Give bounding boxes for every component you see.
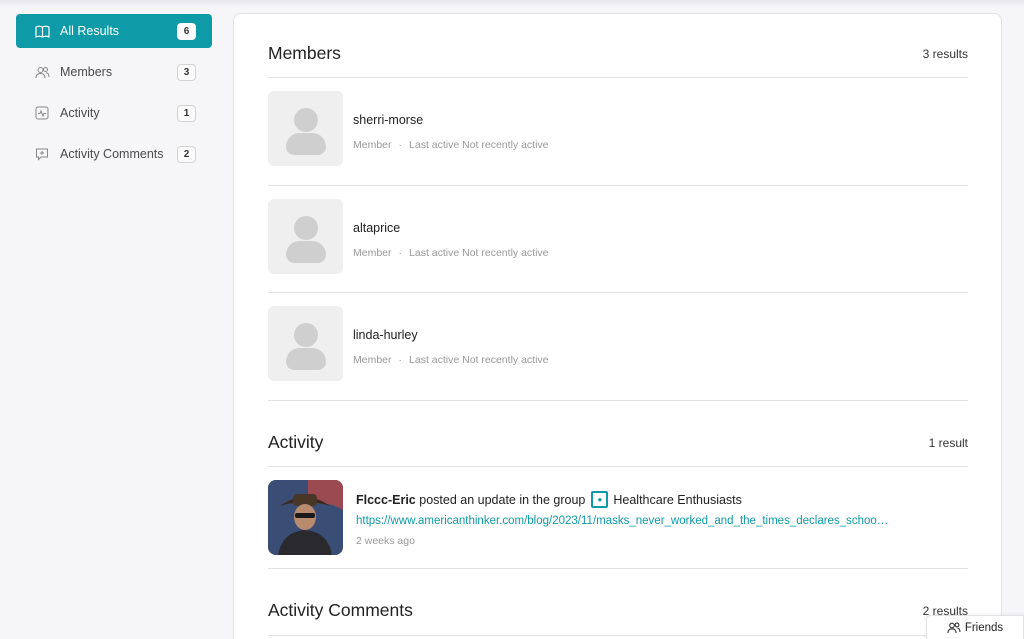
member-meta: Member · Last active Not recently active <box>353 247 549 259</box>
book-icon <box>34 23 50 39</box>
divider <box>268 466 968 467</box>
nav-members[interactable]: Members 3 <box>16 55 212 89</box>
member-meta: Member · Last active Not recently active <box>353 139 549 151</box>
group-icon[interactable]: ● <box>591 491 609 508</box>
nav-count-badge: 1 <box>177 104 196 122</box>
top-shadow <box>0 0 1024 8</box>
divider <box>268 77 968 78</box>
nav-label: Members <box>60 65 113 79</box>
activity-link[interactable]: https://www.americanthinker.com/blog/202… <box>356 515 888 527</box>
member-item: sherri-morse Member · Last active Not rece… <box>268 91 968 167</box>
divider <box>268 185 968 186</box>
activity-group-link[interactable]: Healthcare Enthusiasts <box>613 493 742 507</box>
section-title: Members <box>268 43 341 63</box>
activity-section-header: Activity 1 result <box>268 432 968 453</box>
nav-count-badge: 3 <box>177 63 196 81</box>
users-icon <box>34 64 50 80</box>
activity-icon <box>34 105 50 121</box>
nav-activity-comments[interactable]: Activity Comments 2 <box>16 137 212 171</box>
nav-label: Activity Comments <box>60 147 164 161</box>
users-icon <box>947 622 961 634</box>
member-meta: Member · Last active Not recently active <box>353 354 549 366</box>
activity-timestamp[interactable]: 2 weeks ago <box>356 535 888 547</box>
member-name[interactable]: linda-hurley <box>353 328 549 342</box>
activity-action: posted an update in the group <box>419 492 586 507</box>
nav-label: Activity <box>60 106 100 120</box>
section-title: Activity <box>268 432 324 452</box>
nav-label: All Results <box>60 24 120 38</box>
friends-button[interactable]: Friends <box>926 615 1024 639</box>
activity-summary: Flccc-Eric posted an update in the group… <box>356 491 888 508</box>
activity-comments-section-header: Activity Comments 2 results <box>268 600 968 621</box>
member-name[interactable]: sherri-morse <box>353 113 549 127</box>
divider <box>268 635 968 636</box>
avatar[interactable] <box>268 306 343 381</box>
avatar[interactable] <box>268 91 343 166</box>
member-name[interactable]: altaprice <box>353 221 549 235</box>
section-title: Activity Comments <box>268 600 413 620</box>
nav-activity[interactable]: Activity 1 <box>16 96 212 130</box>
friends-label: Friends <box>964 622 1004 634</box>
member-item: altaprice Member · Last active Not recentl… <box>268 199 968 275</box>
members-section-header: Members 3 results <box>268 43 968 64</box>
search-results-nav: All Results 6 Members 3 Activity 1 Activ… <box>16 14 212 178</box>
activity-author[interactable]: Flccc-Eric <box>356 493 416 507</box>
section-result-count: 1 result <box>928 435 968 450</box>
member-item: linda-hurley Member · Last active Not rece… <box>268 306 968 382</box>
nav-count-badge: 2 <box>177 145 196 163</box>
divider <box>268 292 968 293</box>
nav-count-badge: 6 <box>177 22 196 40</box>
activity-item: Flccc-Eric posted an update in the group… <box>268 480 968 556</box>
nav-all-results[interactable]: All Results 6 <box>16 14 212 48</box>
divider <box>268 568 968 569</box>
section-result-count: 3 results <box>922 46 968 61</box>
comment-icon <box>34 146 50 162</box>
divider <box>268 400 968 401</box>
results-panel: Members 3 results sherri-morse Member · La… <box>233 13 1002 639</box>
avatar[interactable] <box>268 199 343 274</box>
avatar[interactable] <box>268 480 343 555</box>
